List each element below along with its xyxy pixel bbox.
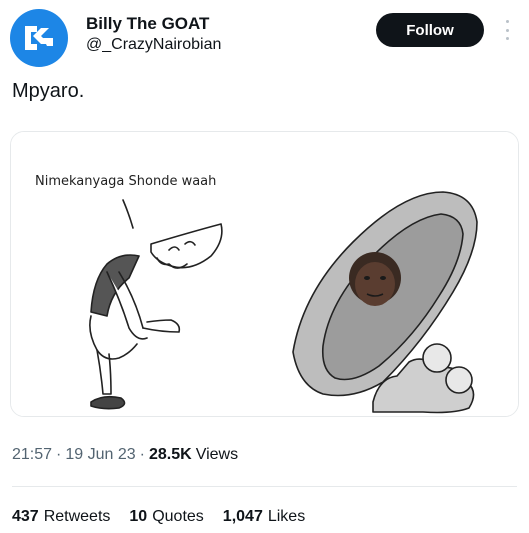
- follow-button[interactable]: Follow: [376, 13, 484, 47]
- stat-count: 437: [12, 508, 39, 525]
- media-image-right[interactable]: [263, 132, 518, 416]
- tweet-date[interactable]: 19 Jun 23: [65, 446, 135, 464]
- stat-label: Retweets: [43, 508, 111, 525]
- meta-separator: ·: [56, 446, 62, 463]
- tweet-text: Mpyaro.: [12, 80, 85, 102]
- avatar[interactable]: [10, 9, 68, 67]
- cartoon-figure-illustration: [89, 199, 223, 410]
- views-count: 28.5K: [148, 446, 192, 463]
- views-label: Views: [195, 446, 239, 463]
- retweets-stat[interactable]: 437 Retweets: [12, 508, 110, 526]
- user-handle[interactable]: @_CrazyNairobian: [86, 35, 221, 55]
- stat-label: Quotes: [152, 508, 204, 525]
- display-name[interactable]: Billy The GOAT: [86, 13, 221, 35]
- author-block[interactable]: Billy The GOAT @_CrazyNairobian: [86, 13, 221, 55]
- tweet-meta: 21:57 · 19 Jun 23 · 28.5K Views: [12, 446, 238, 464]
- media-image-left[interactable]: Nimekanyaga Shonde waah: [11, 132, 263, 416]
- quotes-stat[interactable]: 10 Quotes: [129, 508, 203, 526]
- nb-logo-icon: [25, 26, 53, 50]
- more-options-icon[interactable]: [500, 18, 514, 42]
- meta-separator: ·: [139, 446, 145, 463]
- likes-stat[interactable]: 1,047 Likes: [223, 508, 305, 526]
- tweet-media[interactable]: Nimekanyaga Shonde waah: [10, 131, 519, 417]
- divider: [12, 486, 517, 487]
- stat-count: 10: [129, 508, 148, 525]
- tweet-time[interactable]: 21:57: [12, 446, 52, 464]
- engagement-stats: 437 Retweets 10 Quotes 1,047 Likes: [12, 508, 305, 526]
- stat-count: 1,047: [222, 508, 263, 525]
- slipper-illustration: [292, 191, 478, 414]
- stat-label: Likes: [267, 508, 306, 525]
